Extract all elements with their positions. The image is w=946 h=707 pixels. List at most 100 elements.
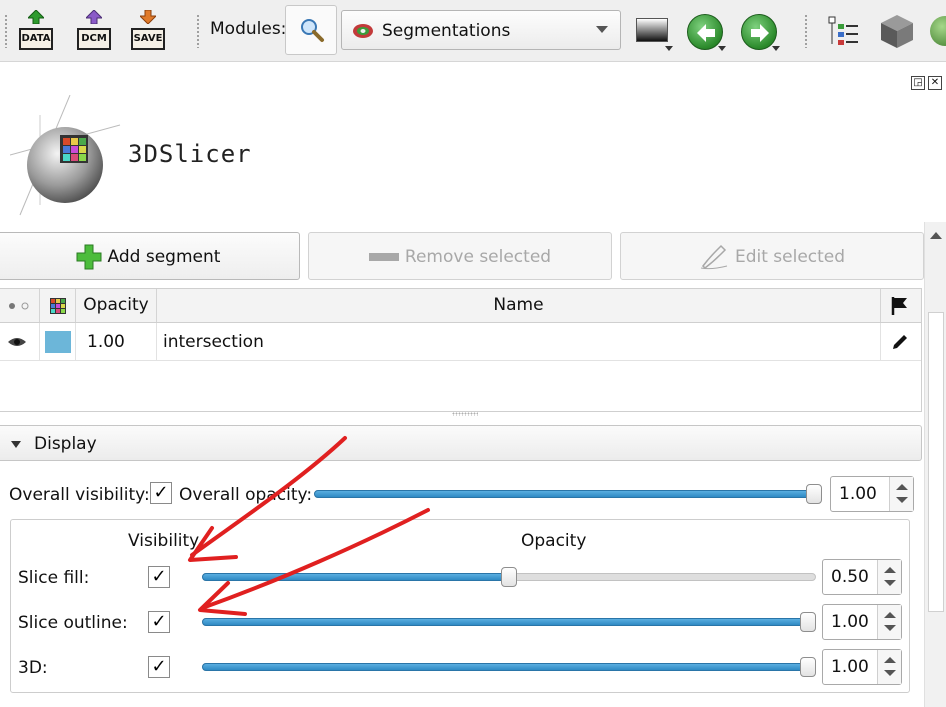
slice-outline-opacity-spinbox[interactable]: 1.00 xyxy=(822,604,902,640)
close-icon[interactable]: ✕ xyxy=(928,76,942,90)
3d-visibility-checkbox[interactable]: ✓ xyxy=(148,656,170,678)
table-splitter-handle[interactable] xyxy=(452,412,478,416)
search-icon xyxy=(301,19,324,42)
3d-opacity-value: 1.00 xyxy=(831,657,869,677)
collapse-triangle-icon xyxy=(11,441,21,448)
column-status-header[interactable] xyxy=(881,289,921,322)
toolbar-grip[interactable] xyxy=(804,14,808,48)
save-button[interactable]: SAVE xyxy=(128,8,168,52)
slice-fill-checkbox[interactable]: ✓ xyxy=(148,566,170,588)
spin-down-icon[interactable] xyxy=(884,625,896,631)
slice-outline-label: Slice outline: xyxy=(18,613,128,633)
slice-outline-opacity-value: 1.00 xyxy=(831,612,869,632)
segmentations-icon xyxy=(353,24,373,38)
slice-outline-checkbox[interactable]: ✓ xyxy=(148,611,170,633)
segment-name-cell[interactable]: intersection xyxy=(157,323,881,361)
undock-icon[interactable]: ◲ xyxy=(911,76,925,90)
segments-table[interactable]: Opacity Name 1.00 intersection xyxy=(0,288,922,412)
spin-up-icon[interactable] xyxy=(896,484,908,490)
modules-label: Modules: xyxy=(210,19,287,39)
spin-arrows[interactable] xyxy=(889,477,913,511)
segment-visibility-cell[interactable] xyxy=(0,323,40,361)
remove-selected-button[interactable]: Remove selected xyxy=(308,232,612,280)
3d-opacity-spinbox[interactable]: 1.00 xyxy=(822,649,902,685)
table-row[interactable]: 1.00 intersection xyxy=(0,323,921,361)
data-tree-icon[interactable] xyxy=(826,14,860,48)
spin-arrows[interactable] xyxy=(877,650,901,684)
dropdown-arrow-icon[interactable] xyxy=(718,46,726,51)
load-data-button[interactable]: DATA xyxy=(16,8,56,52)
slider-handle[interactable] xyxy=(800,612,816,632)
download-arrow-icon xyxy=(140,10,156,24)
forward-button[interactable] xyxy=(741,14,777,50)
column-visibility-header[interactable] xyxy=(0,289,40,322)
plus-icon xyxy=(76,244,102,270)
chevron-down-icon xyxy=(596,26,608,33)
slider-fill xyxy=(202,618,808,626)
spin-down-icon[interactable] xyxy=(896,497,908,503)
column-opacity-header[interactable]: Opacity xyxy=(76,289,157,322)
overall-opacity-value: 1.00 xyxy=(839,484,877,504)
3d-label: 3D: xyxy=(18,658,48,678)
save-label: SAVE xyxy=(131,28,165,50)
minus-icon xyxy=(368,253,399,261)
table-header: Opacity Name xyxy=(0,289,921,323)
main-toolbar: DATA DCM SAVE Modules: Segmentations xyxy=(0,0,946,62)
overall-opacity-label: Overall opacity: xyxy=(179,485,313,505)
spin-down-icon[interactable] xyxy=(884,580,896,586)
app-logo-text: 3DSlicer xyxy=(128,140,252,168)
module-selector[interactable]: Segmentations xyxy=(341,10,621,50)
slice-fill-opacity-value: 0.50 xyxy=(831,567,869,587)
3d-opacity-slider[interactable] xyxy=(202,655,816,679)
remove-selected-label: Remove selected xyxy=(404,247,552,267)
slice-fill-opacity-slider[interactable] xyxy=(202,565,816,589)
slider-handle[interactable] xyxy=(800,657,816,677)
slice-fill-opacity-spinbox[interactable]: 0.50 xyxy=(822,559,902,595)
panel-dock-controls: ◲ ✕ xyxy=(908,70,942,90)
panel-vertical-scrollbar[interactable] xyxy=(924,222,946,707)
overall-opacity-spinbox[interactable]: 1.00 xyxy=(830,476,914,512)
slider-fill xyxy=(202,663,808,671)
flag-icon xyxy=(891,297,907,315)
dropdown-arrow-icon[interactable] xyxy=(665,46,673,51)
pencil-icon xyxy=(893,335,907,349)
overall-visibility-checkbox[interactable]: ✓ xyxy=(150,482,172,504)
spin-up-icon[interactable] xyxy=(884,567,896,573)
spin-up-icon[interactable] xyxy=(884,612,896,618)
add-segment-button[interactable]: Add segment xyxy=(0,232,300,280)
slicer-logo xyxy=(10,95,121,216)
segment-status-cell[interactable] xyxy=(881,323,921,361)
module-search-button[interactable] xyxy=(285,5,337,55)
brush-icon xyxy=(700,244,728,270)
extension-globe-icon[interactable] xyxy=(930,16,946,46)
scroll-up-icon[interactable] xyxy=(930,232,942,239)
slice-outline-opacity-slider[interactable] xyxy=(202,610,816,634)
segment-opacity-cell[interactable]: 1.00 xyxy=(76,323,157,361)
column-name-header[interactable]: Name xyxy=(157,289,881,322)
visibility-column-label: Visibility xyxy=(128,531,200,551)
toolbar-grip[interactable] xyxy=(4,14,8,48)
load-dicom-button[interactable]: DCM xyxy=(74,8,114,52)
overall-opacity-slider[interactable] xyxy=(314,482,822,506)
segment-color-swatch[interactable] xyxy=(45,331,71,353)
volume-cube-icon[interactable] xyxy=(878,12,916,50)
spin-arrows[interactable] xyxy=(877,605,901,639)
toolbar-grip[interactable] xyxy=(196,14,200,48)
color-grid-icon xyxy=(50,298,66,314)
column-color-header[interactable] xyxy=(40,289,76,322)
display-section-header[interactable]: Display xyxy=(0,425,922,461)
opacity-column-label: Opacity xyxy=(521,531,587,551)
spin-down-icon[interactable] xyxy=(884,670,896,676)
dropdown-arrow-icon[interactable] xyxy=(772,46,780,51)
back-button[interactable] xyxy=(687,14,723,50)
spin-up-icon[interactable] xyxy=(884,657,896,663)
spin-arrows[interactable] xyxy=(877,560,901,594)
slider-handle[interactable] xyxy=(806,484,822,504)
edit-selected-button[interactable]: Edit selected xyxy=(620,232,924,280)
layout-gradient-button[interactable] xyxy=(636,18,668,42)
slice-fill-label: Slice fill: xyxy=(18,568,90,588)
scrollbar-thumb[interactable] xyxy=(928,312,944,612)
slider-fill xyxy=(314,490,814,498)
slider-handle[interactable] xyxy=(501,567,517,587)
arrow-left-icon xyxy=(697,24,715,42)
